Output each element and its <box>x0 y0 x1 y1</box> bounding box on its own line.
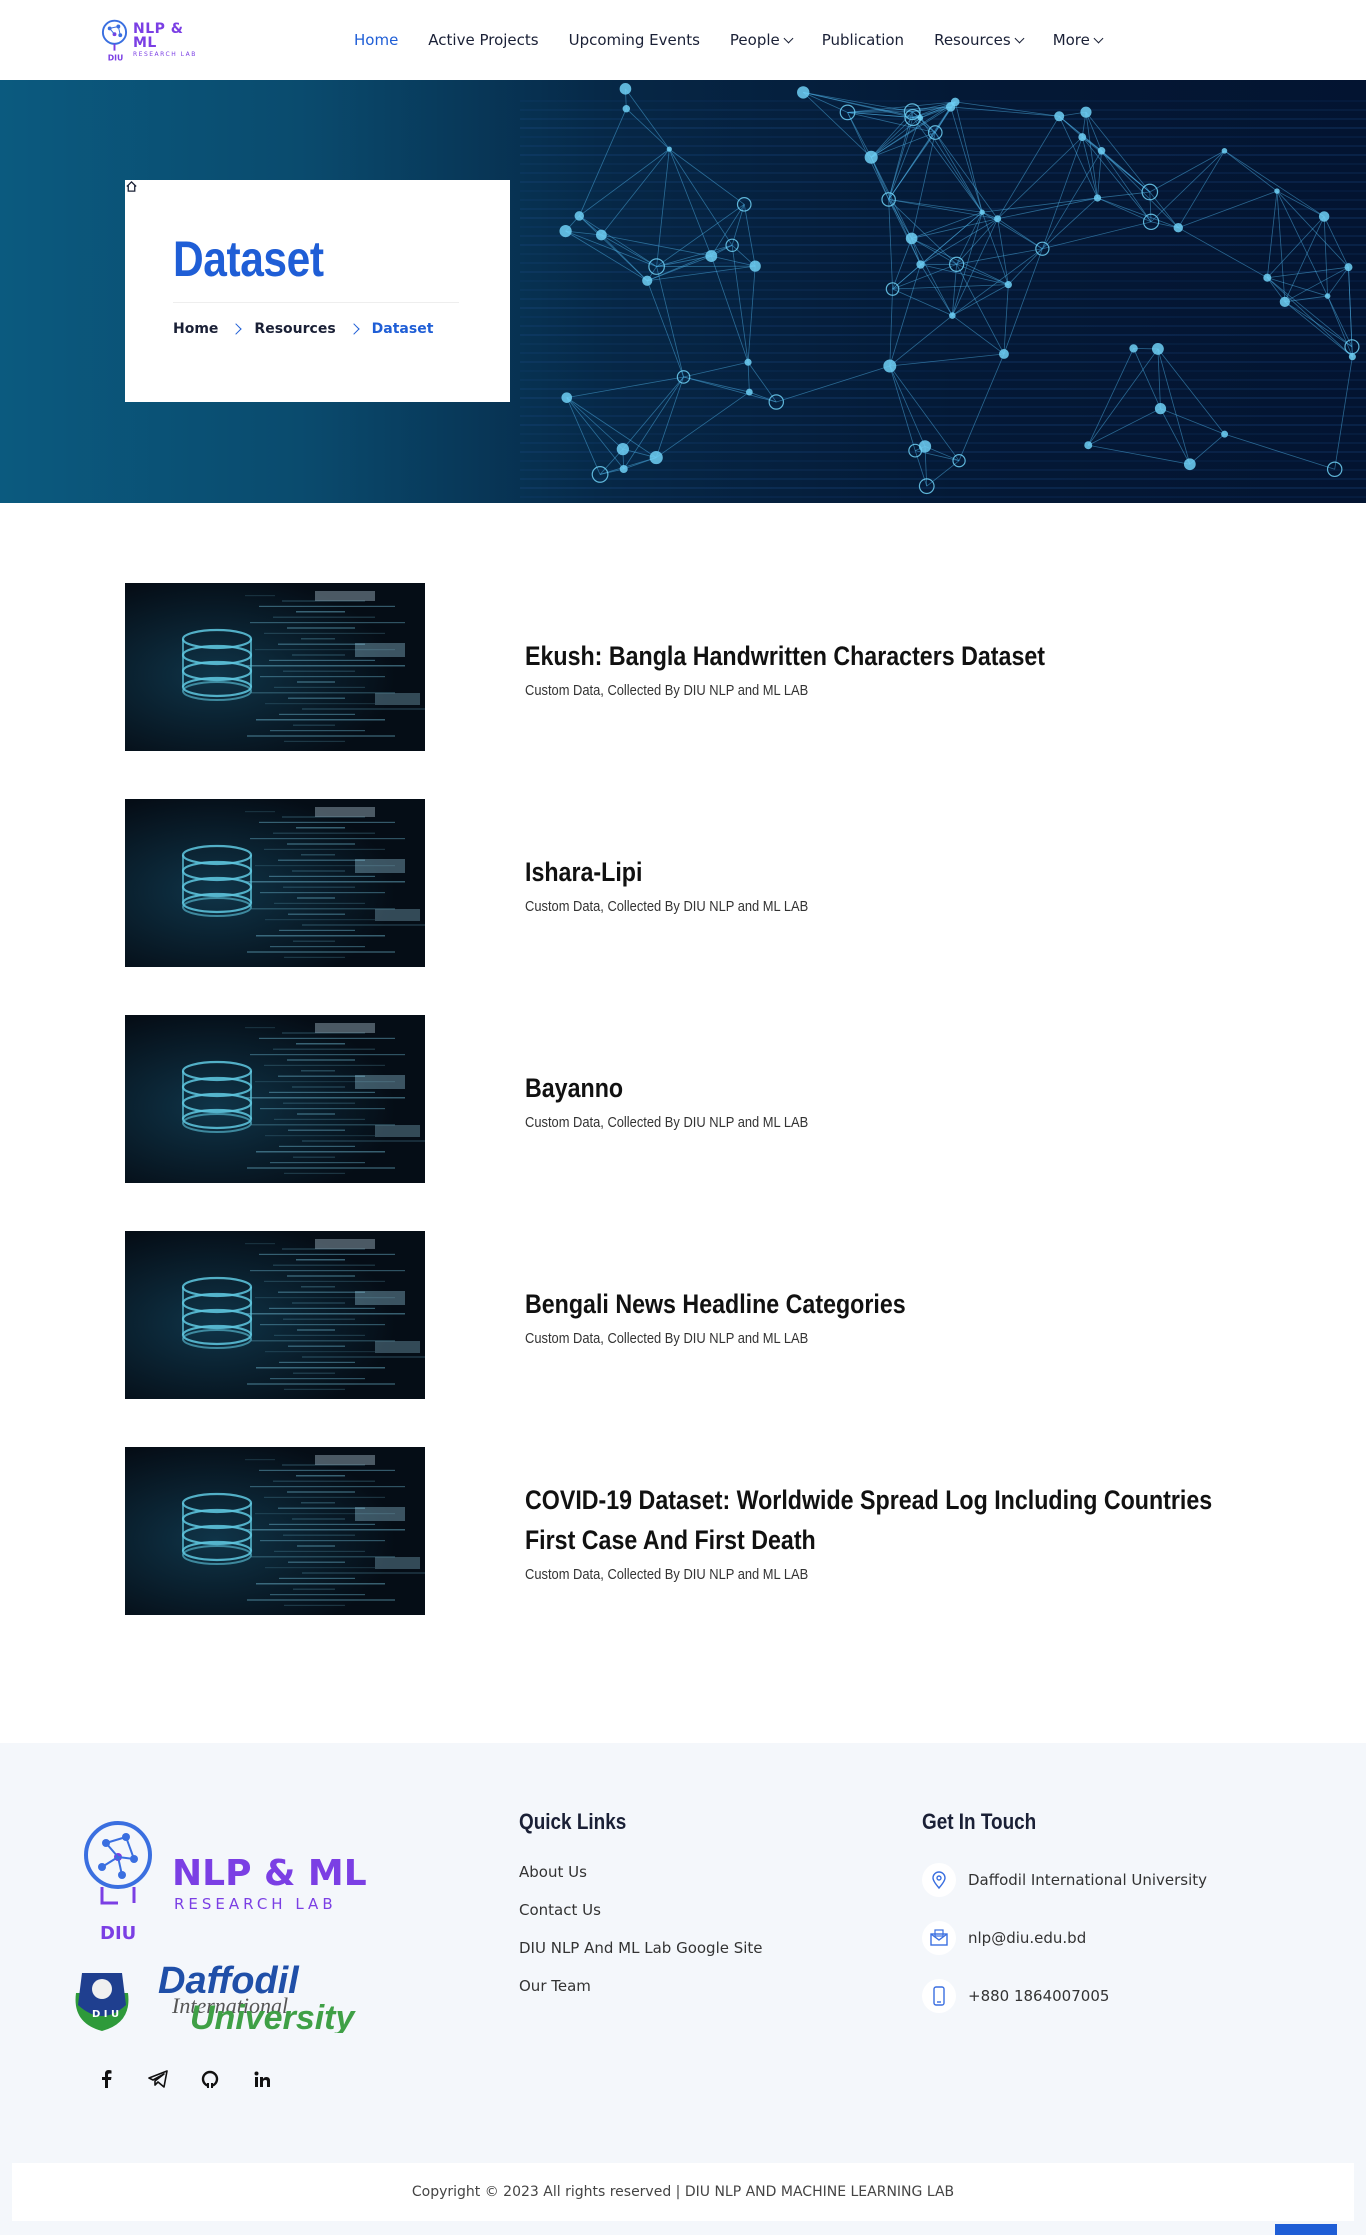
site-header: DIU NLP & ML RESEARCH LAB Home Active Pro… <box>0 0 1366 80</box>
dataset-item: Ekush: Bangla Handwritten Characters Dat… <box>125 583 1245 751</box>
breadcrumb-resources[interactable]: Resources <box>254 321 335 337</box>
dataset-subtitle: Custom Data, Collected By DIU NLP and ML… <box>525 1565 809 1583</box>
footer-logo-subtitle: RESEARCH LAB <box>174 1895 337 1913</box>
contact-row: Daffodil International University <box>922 1863 1207 1897</box>
dataset-thumbnail[interactable] <box>125 583 425 751</box>
dataset-item: Ishara-Lipi Custom Data, Collected By DIU… <box>125 799 1245 967</box>
logo-mark-text: DIU <box>108 53 124 62</box>
svg-text:D I U: D I U <box>92 2009 119 2020</box>
quick-links: About Us Contact Us DIU NLP And ML Lab Goo… <box>519 1863 763 1995</box>
quick-link[interactable]: Contact Us <box>519 1901 763 1919</box>
telegram-icon[interactable] <box>148 2069 168 2089</box>
dataset-title-link[interactable]: Ekush: Bangla Handwritten Characters Dat… <box>525 636 1230 676</box>
chevron-down-icon <box>1093 33 1104 43</box>
quick-link[interactable]: About Us <box>519 1863 763 1881</box>
nav-item-more[interactable]: More <box>1053 31 1104 49</box>
university-crest-icon: D I U Daffodil International University <box>75 1960 356 2037</box>
nav-item-publication[interactable]: Publication <box>822 31 904 49</box>
linkedin-icon[interactable] <box>252 2069 272 2089</box>
dataset-item: Bayanno Custom Data, Collected By DIU NLP… <box>125 1015 1245 1183</box>
nav-item-active-projects[interactable]: Active Projects <box>428 31 538 49</box>
footer-lab-logo[interactable]: DIU NLP & ML RESEARCH LAB <box>78 1815 388 1945</box>
dataset-item: Bengali News Headline Categories Custom D… <box>125 1231 1245 1399</box>
logo-title: NLP & ML <box>132 21 184 51</box>
chevron-down-icon <box>783 33 794 43</box>
dataset-subtitle: Custom Data, Collected By DIU NLP and ML… <box>525 681 809 699</box>
breadcrumb-home[interactable]: Home <box>126 180 218 337</box>
breadcrumb-current: Dataset <box>371 321 434 337</box>
github-icon[interactable] <box>200 2069 220 2089</box>
copyright-bar: Copyright © 2023 All rights reserved | D… <box>12 2163 1354 2221</box>
hero-card: Dataset Home Resources Dataset <box>125 180 510 402</box>
dataset-thumbnail[interactable] <box>125 1015 425 1183</box>
contact-text[interactable]: nlp@diu.edu.bd <box>968 1929 1086 1947</box>
page-hero: Dataset Home Resources Dataset <box>0 80 1366 503</box>
dataset-subtitle: Custom Data, Collected By DIU NLP and ML… <box>525 897 809 915</box>
page-title: Dataset <box>173 231 324 287</box>
nav-item-upcoming-events[interactable]: Upcoming Events <box>569 31 700 49</box>
facebook-icon[interactable] <box>96 2069 116 2089</box>
brain-logo-icon: DIU <box>101 19 128 62</box>
dataset-subtitle: Custom Data, Collected By DIU NLP and ML… <box>525 1113 809 1131</box>
mail-icon <box>922 1921 956 1955</box>
contact-list: Daffodil International University nlp@diu… <box>922 1863 1207 2013</box>
quick-links-title: Quick Links <box>519 1809 627 1834</box>
university-logo[interactable]: D I U Daffodil International University <box>62 1953 397 2037</box>
contact-row: nlp@diu.edu.bd <box>922 1921 1207 1955</box>
dataset-thumbnail[interactable] <box>125 799 425 967</box>
dataset-title-link[interactable]: COVID-19 Dataset: Worldwide Spread Log I… <box>525 1480 1230 1560</box>
phone-icon <box>922 1979 956 2013</box>
social-links <box>96 2069 272 2089</box>
nav-item-resources[interactable]: Resources <box>934 31 1025 49</box>
logo-subtitle: RESEARCH LAB <box>132 51 197 58</box>
quick-link[interactable]: Our Team <box>519 1977 763 1995</box>
brain-logo-icon: DIU NLP & ML RESEARCH LAB <box>84 1821 367 1944</box>
dataset-title-link[interactable]: Ishara-Lipi <box>525 852 1230 892</box>
scroll-to-top-button[interactable] <box>1275 2224 1337 2235</box>
dataset-title-link[interactable]: Bengali News Headline Categories <box>525 1284 1230 1324</box>
location-icon <box>922 1863 956 1897</box>
dataset-title-link[interactable]: Bayanno <box>525 1068 1230 1108</box>
university-name-line3: University <box>190 1999 356 2033</box>
chevron-right-icon <box>347 323 360 335</box>
chevron-right-icon <box>230 323 243 335</box>
dataset-thumbnail[interactable] <box>125 1447 425 1615</box>
contact-text[interactable]: +880 1864007005 <box>968 1987 1109 2005</box>
site-logo[interactable]: DIU NLP & ML RESEARCH LAB <box>100 16 210 64</box>
main-nav: Home Active Projects Upcoming Events People… <box>354 0 1104 80</box>
home-icon <box>126 180 137 192</box>
chevron-down-icon <box>1014 33 1025 43</box>
contact-row: +880 1864007005 <box>922 1979 1207 2013</box>
footer-logo-mark-text: DIU <box>100 1923 136 1944</box>
dataset-thumbnail[interactable] <box>125 1231 425 1399</box>
contact-text: Daffodil International University <box>968 1871 1208 1889</box>
footer-logo-title: NLP & ML <box>172 1853 367 1894</box>
nav-item-home[interactable]: Home <box>354 31 398 49</box>
divider <box>173 302 459 303</box>
nav-item-people[interactable]: People <box>730 31 794 49</box>
dataset-item: COVID-19 Dataset: Worldwide Spread Log I… <box>125 1447 1245 1615</box>
dataset-subtitle: Custom Data, Collected By DIU NLP and ML… <box>525 1329 809 1347</box>
site-footer: DIU NLP & ML RESEARCH LAB D I U Daffodil… <box>0 1743 1366 2235</box>
quick-link[interactable]: DIU NLP And ML Lab Google Site <box>519 1939 763 1957</box>
contact-title: Get In Touch <box>922 1809 1037 1834</box>
copyright-text: Copyright © 2023 All rights reserved | D… <box>411 2184 955 2200</box>
breadcrumb: Home Resources Dataset <box>126 180 462 337</box>
